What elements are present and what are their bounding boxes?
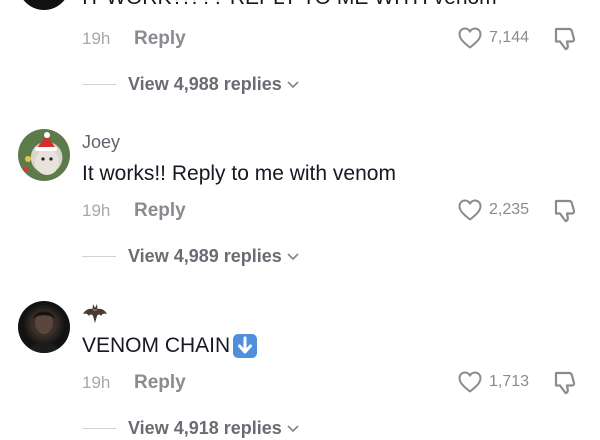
dislike-button[interactable] bbox=[552, 26, 578, 57]
reply-button[interactable]: Reply bbox=[134, 28, 186, 50]
avatar-image bbox=[23, 132, 59, 175]
comment-text: IT WORK?!??? REPLY TO ME WITH venom bbox=[82, 0, 497, 10]
heart-outline-icon bbox=[458, 199, 482, 221]
like-count: 7,144 bbox=[489, 29, 530, 46]
comment-timestamp: 19h bbox=[82, 201, 111, 220]
like-button[interactable]: 1,713 bbox=[457, 370, 529, 394]
down-arrow-emoji-icon bbox=[233, 334, 258, 358]
dislike-button[interactable] bbox=[552, 198, 578, 229]
dislike-button[interactable] bbox=[552, 370, 578, 401]
divider bbox=[82, 84, 116, 85]
chevron-down-icon[interactable] bbox=[287, 424, 299, 433]
view-replies-button[interactable]: View 4,988 replies bbox=[128, 74, 282, 95]
view-replies-row: View 4,918 replies bbox=[82, 418, 299, 439]
avatar[interactable] bbox=[18, 0, 70, 10]
comment-meta: 19h Reply bbox=[82, 200, 186, 222]
thumbs-down-icon bbox=[554, 199, 576, 223]
heart-outline-icon bbox=[458, 371, 482, 393]
like-button[interactable]: 2,235 bbox=[457, 198, 529, 222]
comment-meta: 19h Reply bbox=[82, 28, 186, 50]
reply-button[interactable]: Reply bbox=[134, 372, 186, 394]
avatar-image bbox=[28, 311, 60, 353]
divider bbox=[82, 256, 116, 257]
comment-text-content: VENOM CHAIN bbox=[82, 334, 231, 357]
comment-meta: 19h Reply bbox=[82, 372, 186, 394]
bat-icon bbox=[83, 304, 107, 323]
comment-text: It works!! Reply to me with venom bbox=[82, 162, 396, 185]
like-button[interactable]: 7,144 bbox=[457, 26, 529, 50]
view-replies-button[interactable]: View 4,918 replies bbox=[128, 418, 282, 439]
comment-username[interactable] bbox=[82, 302, 108, 324]
chevron-down-icon[interactable] bbox=[287, 80, 299, 89]
comment-timestamp: 19h bbox=[82, 29, 111, 48]
divider bbox=[82, 428, 116, 429]
view-replies-row: View 4,988 replies bbox=[82, 74, 299, 95]
comment-text: VENOM CHAIN bbox=[82, 334, 258, 358]
thumbs-down-icon bbox=[554, 27, 576, 51]
comment-username[interactable]: Joey bbox=[82, 132, 120, 153]
reply-button[interactable]: Reply bbox=[134, 200, 186, 222]
heart-outline-icon bbox=[458, 27, 482, 49]
view-replies-row: View 4,989 replies bbox=[82, 246, 299, 267]
thumbs-down-icon bbox=[554, 371, 576, 395]
view-replies-button[interactable]: View 4,989 replies bbox=[128, 246, 282, 267]
like-count: 2,235 bbox=[489, 201, 530, 218]
chevron-down-icon[interactable] bbox=[287, 252, 299, 261]
comment-timestamp: 19h bbox=[82, 373, 111, 392]
avatar[interactable] bbox=[18, 301, 70, 353]
like-count: 1,713 bbox=[489, 373, 530, 390]
avatar[interactable] bbox=[18, 129, 70, 181]
